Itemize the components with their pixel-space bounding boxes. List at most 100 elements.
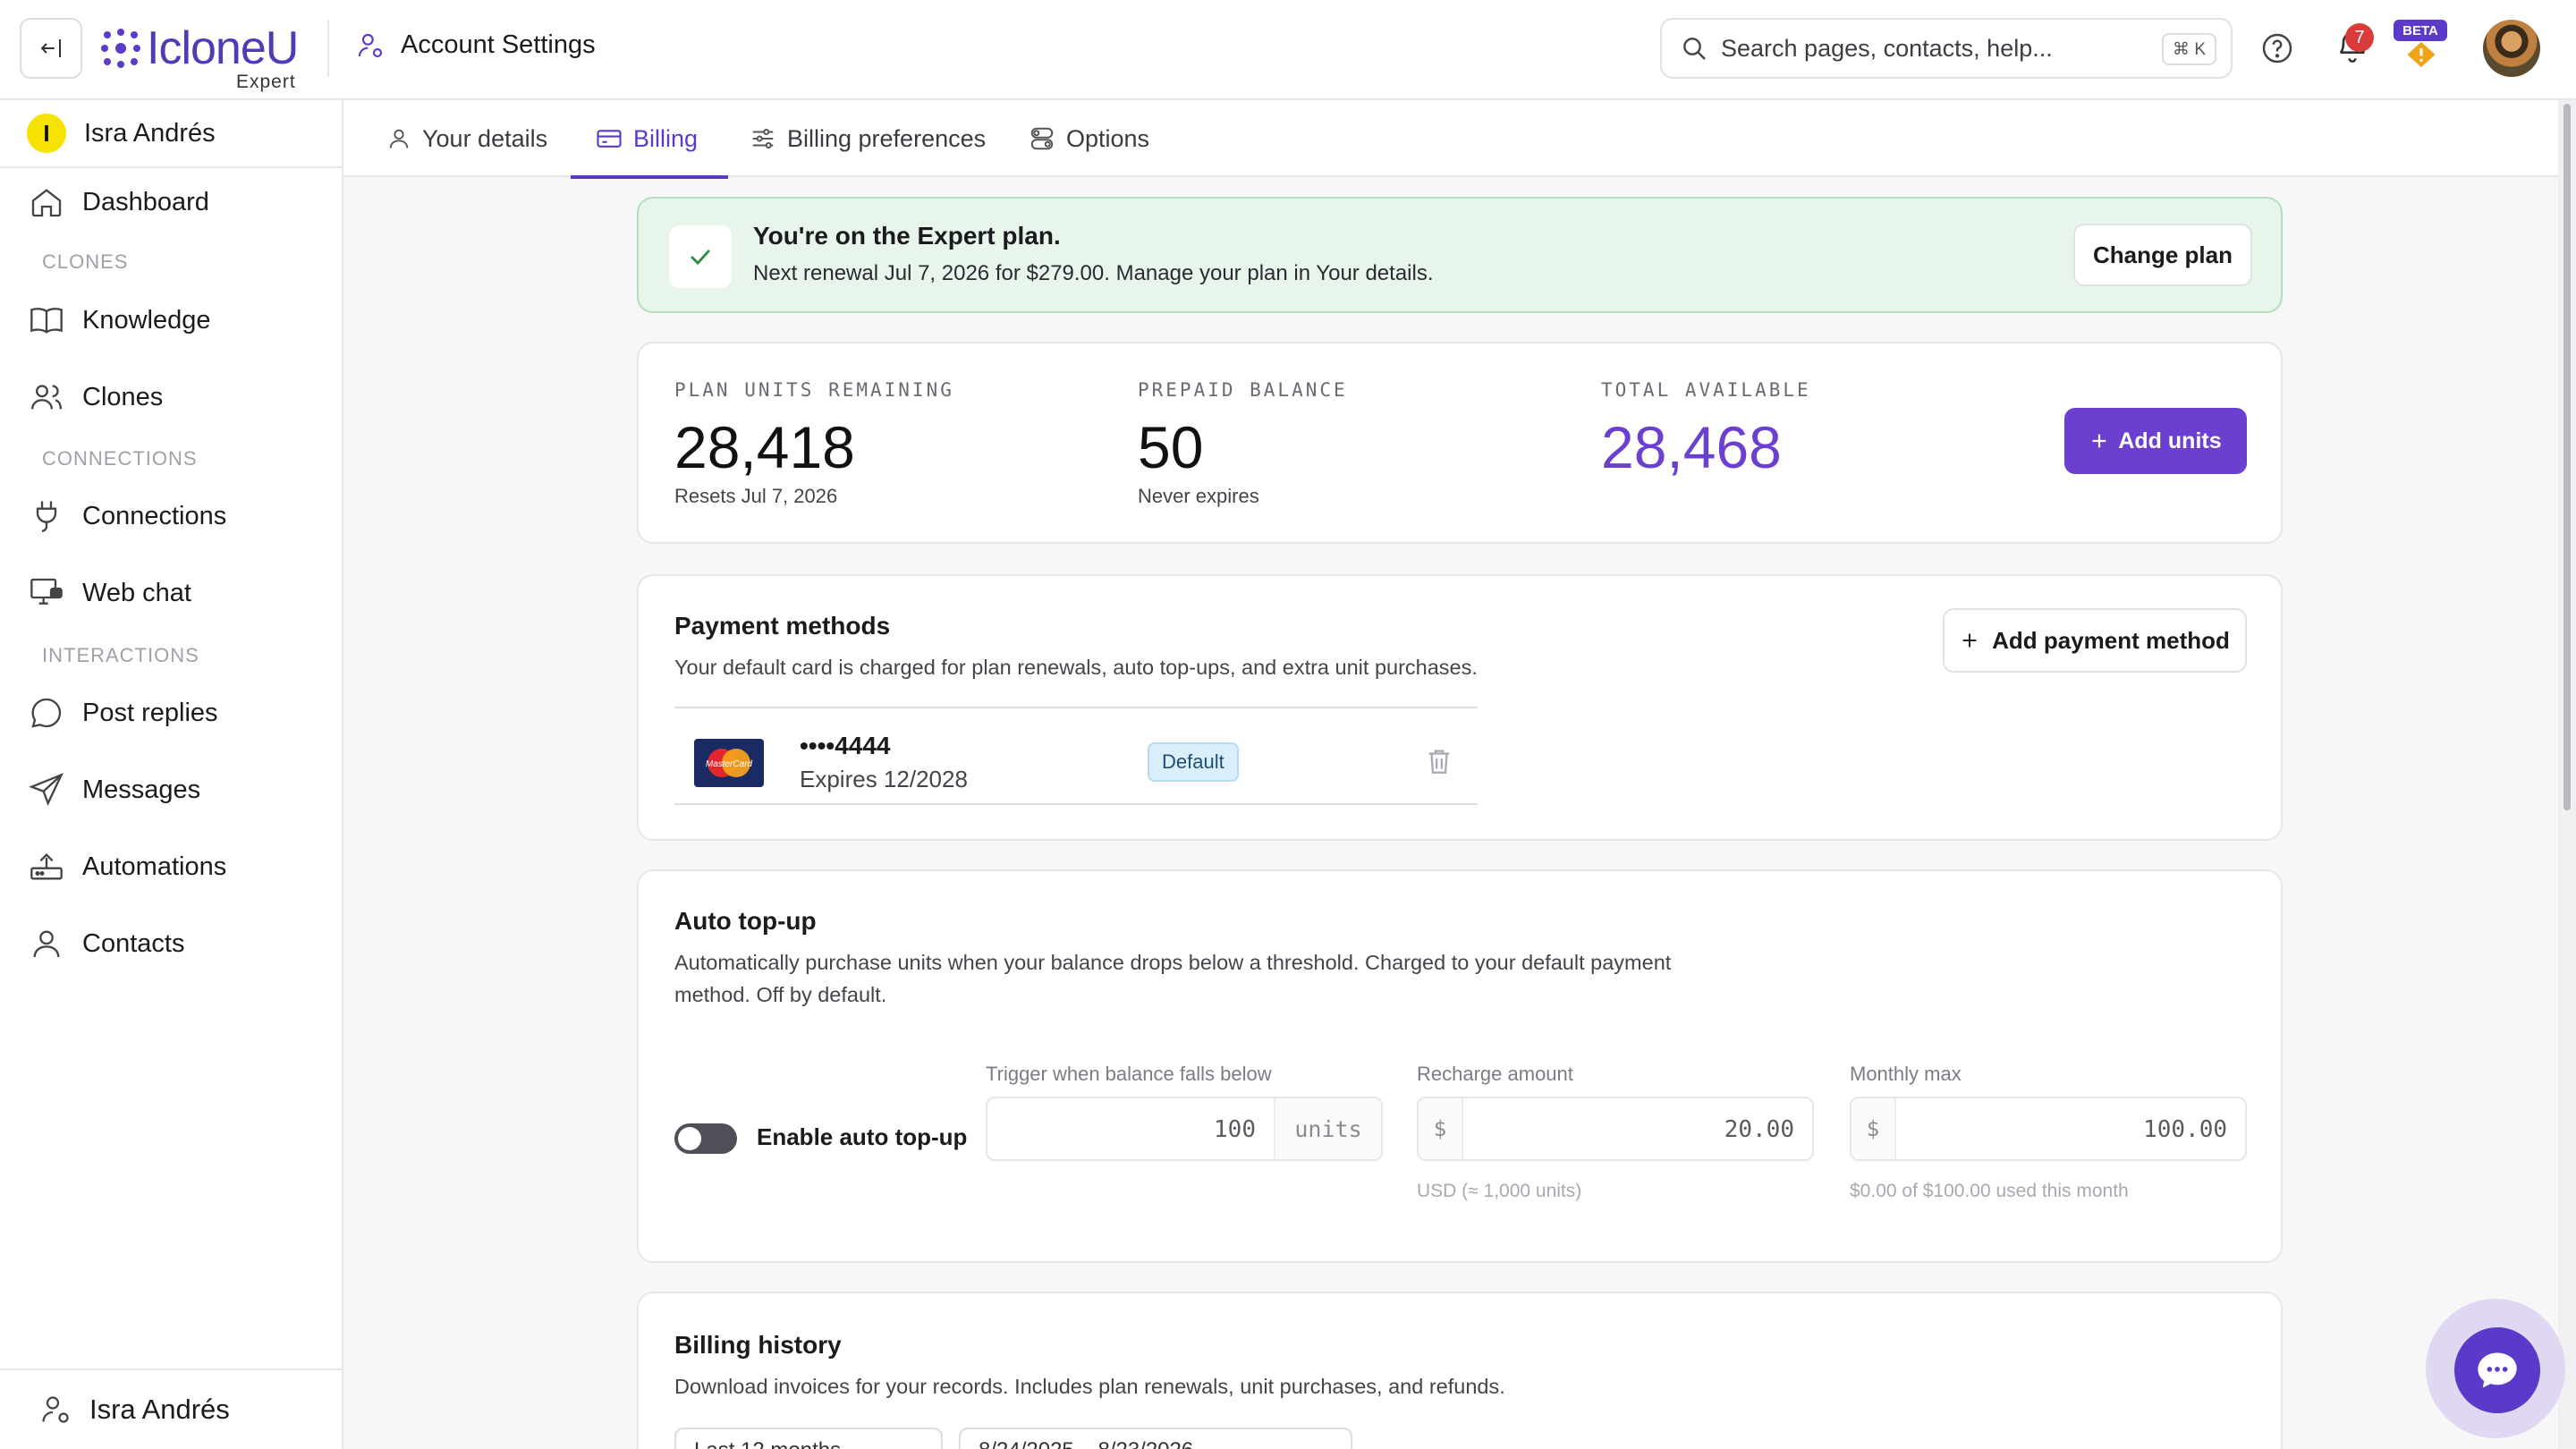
delete-card-button[interactable]: [1424, 746, 1454, 781]
plan-units-label: PLAN UNITS REMAINING: [674, 379, 954, 401]
sidebar-item-dashboard[interactable]: Dashboard: [0, 171, 342, 233]
sidebar-item-knowledge[interactable]: Knowledge: [0, 289, 342, 352]
payment-methods-title: Payment methods: [674, 612, 891, 640]
trigger-threshold-input[interactable]: 100 units: [986, 1097, 1383, 1161]
total-available-label: TOTAL AVAILABLE: [1601, 379, 1811, 401]
user-settings-icon: [42, 1396, 69, 1423]
sliders-icon: [752, 129, 774, 148]
trigger-value: 100: [1214, 1116, 1256, 1143]
add-units-label: Add units: [2118, 428, 2222, 453]
search-icon: [1683, 38, 1706, 60]
change-plan-button[interactable]: Change plan: [2073, 224, 2252, 286]
sidebar-footer-user[interactable]: Isra Andrés: [0, 1368, 342, 1449]
user-settings-icon: [358, 33, 383, 57]
add-payment-method-label: Add payment method: [1992, 626, 2230, 654]
monthly-max-value: 100.00: [2143, 1116, 2227, 1143]
plus-icon: [1962, 633, 1977, 648]
billing-history-title: Billing history: [674, 1331, 842, 1359]
tab-label: Options: [1066, 124, 1150, 152]
plan-banner-subtitle: Next renewal Jul 7, 2026 for $279.00. Ma…: [753, 261, 1434, 285]
sidebar-item-label: Messages: [82, 775, 201, 804]
prepaid-balance-expiry: Never expires: [1138, 485, 1259, 507]
chat-launcher-button[interactable]: [2454, 1327, 2540, 1413]
tab-your-details[interactable]: Your details: [386, 100, 547, 177]
add-units-button[interactable]: Add units: [2064, 408, 2247, 474]
recharge-amount-input[interactable]: $ 20.00: [1417, 1097, 1814, 1161]
prepaid-balance-value: 50: [1138, 414, 1204, 480]
beta-badge[interactable]: BETA: [2394, 20, 2447, 41]
search-placeholder: Search pages, contacts, help...: [1721, 34, 2053, 62]
trash-icon: [1428, 750, 1450, 774]
plan-units-reset: Resets Jul 7, 2026: [674, 485, 838, 507]
scrollbar-thumb[interactable]: [2563, 104, 2571, 810]
sidebar-item-post-replies[interactable]: Post replies: [0, 682, 342, 744]
sidebar-item-label: Dashboard: [82, 187, 209, 216]
sidebar-item-connections[interactable]: Connections: [0, 485, 342, 547]
tab-billing-preferences[interactable]: Billing preferences: [750, 100, 986, 177]
sidebar-item-messages[interactable]: Messages: [0, 758, 342, 821]
monitor-chat-icon: [30, 578, 63, 605]
page-title: Account Settings: [401, 30, 596, 59]
trigger-unit: units: [1274, 1098, 1381, 1159]
toggles-icon: [1030, 127, 1054, 150]
sidebar-item-automations[interactable]: Automations: [0, 835, 342, 898]
plug-icon: [36, 501, 57, 532]
home-icon: [31, 189, 62, 217]
auto-topup-toggle-label: Enable auto top-up: [757, 1123, 968, 1150]
default-badge: Default: [1148, 742, 1239, 782]
page-scrollbar[interactable]: [2558, 100, 2576, 1449]
add-payment-method-button[interactable]: Add payment method: [1943, 608, 2247, 673]
workspace-switcher[interactable]: I Isra Andrés: [0, 100, 342, 168]
user-avatar[interactable]: [2483, 20, 2540, 77]
sidebar-item-label: Contacts: [82, 928, 185, 958]
settings-tabs: Your details Billing Billing preferences…: [343, 100, 2576, 179]
recharge-label: Recharge amount: [1417, 1063, 1573, 1085]
sidebar: I Isra Andrés Dashboard CLONES Knowledge…: [0, 100, 343, 1449]
book-icon: [30, 308, 63, 334]
tab-billing[interactable]: Billing: [571, 100, 728, 179]
search-shortcut: ⌘ K: [2162, 33, 2216, 65]
search-input[interactable]: Search pages, contacts, help... ⌘ K: [1660, 18, 2233, 79]
help-icon: [2262, 33, 2292, 64]
range-select[interactable]: Last 12 months: [674, 1428, 943, 1449]
sidebar-item-label: Web chat: [82, 578, 191, 607]
credit-card-icon: [597, 130, 622, 148]
monthly-max-input[interactable]: $ 100.00: [1850, 1097, 2247, 1161]
card-expiry: Expires 12/2028: [800, 766, 968, 792]
logo-text: IcloneU: [147, 22, 299, 74]
plan-units-value: 28,418: [674, 414, 855, 480]
auto-topup-toggle[interactable]: [674, 1123, 737, 1154]
payment-method-row[interactable]: MasterCard ••••4444 Expires 12/2028 Defa…: [674, 707, 1478, 805]
sidebar-item-label: Clones: [82, 382, 164, 411]
sidebar-item-web-chat[interactable]: Web chat: [0, 562, 342, 624]
tab-options[interactable]: Options: [1029, 100, 1149, 177]
billing-history-description: Download invoices for your records. Incl…: [674, 1375, 1505, 1398]
monthly-max-label: Monthly max: [1850, 1063, 1962, 1085]
monthly-max-help: $0.00 of $100.00 used this month: [1850, 1181, 2129, 1201]
section-interactions: INTERACTIONS: [42, 644, 199, 666]
sidebar-user-name: Isra Andrés: [84, 118, 216, 148]
warning-icon[interactable]: [2406, 39, 2436, 74]
total-available-value: 28,468: [1601, 414, 1782, 480]
recharge-currency: $: [1419, 1098, 1463, 1159]
plan-banner: You're on the Expert plan. Next renewal …: [637, 197, 2283, 313]
date-range-input[interactable]: 8/24/2025 – 8/23/2026: [959, 1428, 1352, 1449]
monthly-max-currency: $: [1852, 1098, 1896, 1159]
top-bar: IcloneU Expert Account Settings Search p…: [0, 0, 2576, 100]
sidebar-item-contacts[interactable]: Contacts: [0, 912, 342, 975]
collapse-sidebar-button[interactable]: [20, 18, 82, 79]
recharge-value: 20.00: [1724, 1116, 1794, 1143]
send-icon: [29, 773, 64, 806]
tab-label: Your details: [422, 124, 548, 152]
prepaid-balance-label: PREPAID BALANCE: [1138, 379, 1348, 401]
payment-methods-card: Payment methods Your default card is cha…: [637, 574, 2283, 841]
sidebar-item-clones[interactable]: Clones: [0, 366, 342, 428]
card-brand-text: MasterCard: [706, 759, 753, 769]
auto-topup-title: Auto top-up: [674, 907, 817, 935]
user-icon: [33, 930, 60, 958]
auto-topup-card: Auto top-up Automatically purchase units…: [637, 869, 2283, 1263]
app-logo[interactable]: IcloneU: [100, 21, 299, 75]
help-button[interactable]: [2259, 30, 2295, 71]
card-number: ••••4444: [800, 732, 891, 759]
plan-banner-title: You're on the Expert plan.: [753, 222, 1061, 250]
